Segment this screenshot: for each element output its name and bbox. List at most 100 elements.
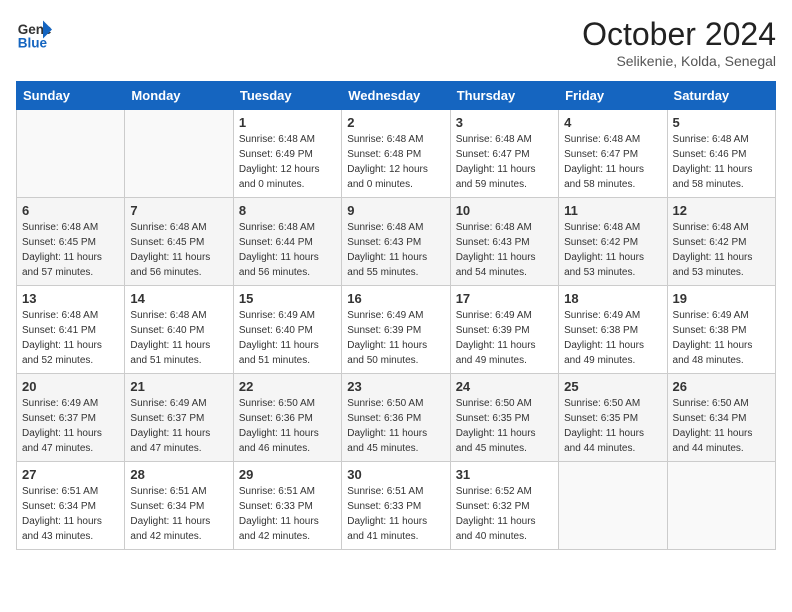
calendar-cell <box>667 462 775 550</box>
day-info: Sunrise: 6:48 AMSunset: 6:43 PMDaylight:… <box>347 220 444 280</box>
day-number: 15 <box>239 291 336 306</box>
calendar-cell: 2Sunrise: 6:48 AMSunset: 6:48 PMDaylight… <box>342 110 450 198</box>
calendar-cell: 19 Sunrise: 6:49 AMSunset: 6:38 PMDayligh… <box>667 286 775 374</box>
calendar-cell: 15Sunrise: 6:49 AMSunset: 6:40 PMDayligh… <box>233 286 341 374</box>
day-number: 26 <box>673 379 770 394</box>
calendar-cell: 20Sunrise: 6:49 AMSunset: 6:37 PMDayligh… <box>17 374 125 462</box>
day-info: Sunrise: 6:50 AMSunset: 6:34 PMDaylight:… <box>673 396 770 456</box>
weekday-header-row: SundayMondayTuesdayWednesdayThursdayFrid… <box>17 82 776 110</box>
calendar-cell: 22 Sunrise: 6:50 AMSunset: 6:36 PMDayligh… <box>233 374 341 462</box>
day-info: Sunrise: 6:49 AMSunset: 6:38 PMDaylight:… <box>673 308 770 368</box>
calendar-week-row: 1 Sunrise: 6:48 AMSunset: 6:49 PMDaylight… <box>17 110 776 198</box>
day-info: Sunrise: 6:52 AMSunset: 6:32 PMDaylight:… <box>456 484 553 544</box>
day-number: 10 <box>456 203 553 218</box>
day-number: 16 <box>347 291 444 306</box>
weekday-header: Wednesday <box>342 82 450 110</box>
calendar-cell: 4 Sunrise: 6:48 AMSunset: 6:47 PMDaylight… <box>559 110 667 198</box>
day-number: 28 <box>130 467 227 482</box>
calendar-cell: 31 Sunrise: 6:52 AMSunset: 6:32 PMDayligh… <box>450 462 558 550</box>
day-number: 30 <box>347 467 444 482</box>
page-header: General Blue October 2024 Selikenie, Kol… <box>16 16 776 69</box>
calendar-cell: 11 Sunrise: 6:48 AMSunset: 6:42 PMDayligh… <box>559 198 667 286</box>
weekday-header: Saturday <box>667 82 775 110</box>
logo-icon: General Blue <box>16 16 52 52</box>
calendar-cell: 13 Sunrise: 6:48 AMSunset: 6:41 PMDayligh… <box>17 286 125 374</box>
weekday-header: Sunday <box>17 82 125 110</box>
day-info: Sunrise: 6:51 AMSunset: 6:33 PMDaylight:… <box>347 484 444 544</box>
day-info: Sunrise: 6:48 AMSunset: 6:46 PMDaylight:… <box>673 132 770 192</box>
weekday-header: Friday <box>559 82 667 110</box>
calendar-cell: 17Sunrise: 6:49 AMSunset: 6:39 PMDayligh… <box>450 286 558 374</box>
calendar-cell: 26 Sunrise: 6:50 AMSunset: 6:34 PMDayligh… <box>667 374 775 462</box>
calendar-cell: 21 Sunrise: 6:49 AMSunset: 6:37 PMDayligh… <box>125 374 233 462</box>
day-number: 29 <box>239 467 336 482</box>
calendar-cell: 9 Sunrise: 6:48 AMSunset: 6:43 PMDaylight… <box>342 198 450 286</box>
day-number: 4 <box>564 115 661 130</box>
day-info: Sunrise: 6:48 AMSunset: 6:42 PMDaylight:… <box>673 220 770 280</box>
calendar-cell <box>17 110 125 198</box>
day-info: Sunrise: 6:50 AMSunset: 6:36 PMDaylight:… <box>347 396 444 456</box>
calendar-cell: 8 Sunrise: 6:48 AMSunset: 6:44 PMDaylight… <box>233 198 341 286</box>
day-info: Sunrise: 6:48 AMSunset: 6:42 PMDaylight:… <box>564 220 661 280</box>
calendar-cell: 5 Sunrise: 6:48 AMSunset: 6:46 PMDaylight… <box>667 110 775 198</box>
day-number: 24 <box>456 379 553 394</box>
calendar-week-row: 27Sunrise: 6:51 AMSunset: 6:34 PMDayligh… <box>17 462 776 550</box>
day-number: 17 <box>456 291 553 306</box>
day-info: Sunrise: 6:48 AMSunset: 6:41 PMDaylight:… <box>22 308 119 368</box>
day-number: 6 <box>22 203 119 218</box>
calendar-cell: 28 Sunrise: 6:51 AMSunset: 6:34 PMDayligh… <box>125 462 233 550</box>
day-number: 18 <box>564 291 661 306</box>
day-info: Sunrise: 6:48 AMSunset: 6:47 PMDaylight:… <box>564 132 661 192</box>
weekday-header: Tuesday <box>233 82 341 110</box>
day-info: Sunrise: 6:48 AMSunset: 6:40 PMDaylight:… <box>130 308 227 368</box>
calendar-cell: 7Sunrise: 6:48 AMSunset: 6:45 PMDaylight… <box>125 198 233 286</box>
day-number: 31 <box>456 467 553 482</box>
day-info: Sunrise: 6:50 AMSunset: 6:36 PMDaylight:… <box>239 396 336 456</box>
location: Selikenie, Kolda, Senegal <box>582 53 776 69</box>
calendar-cell: 16 Sunrise: 6:49 AMSunset: 6:39 PMDayligh… <box>342 286 450 374</box>
day-number: 25 <box>564 379 661 394</box>
day-number: 20 <box>22 379 119 394</box>
day-info: Sunrise: 6:51 AMSunset: 6:34 PMDaylight:… <box>130 484 227 544</box>
day-number: 2 <box>347 115 444 130</box>
calendar-cell: 30 Sunrise: 6:51 AMSunset: 6:33 PMDayligh… <box>342 462 450 550</box>
day-info: Sunrise: 6:48 AMSunset: 6:49 PMDaylight:… <box>239 132 336 192</box>
calendar-cell: 1 Sunrise: 6:48 AMSunset: 6:49 PMDaylight… <box>233 110 341 198</box>
weekday-header: Monday <box>125 82 233 110</box>
calendar-cell: 25 Sunrise: 6:50 AMSunset: 6:35 PMDayligh… <box>559 374 667 462</box>
day-number: 21 <box>130 379 227 394</box>
day-info: Sunrise: 6:51 AMSunset: 6:34 PMDaylight:… <box>22 484 119 544</box>
calendar-cell: 24 Sunrise: 6:50 AMSunset: 6:35 PMDayligh… <box>450 374 558 462</box>
day-number: 12 <box>673 203 770 218</box>
day-info: Sunrise: 6:49 AMSunset: 6:39 PMDaylight:… <box>347 308 444 368</box>
calendar-cell: 18 Sunrise: 6:49 AMSunset: 6:38 PMDayligh… <box>559 286 667 374</box>
day-number: 22 <box>239 379 336 394</box>
day-number: 19 <box>673 291 770 306</box>
day-info: Sunrise: 6:48 AMSunset: 6:43 PMDaylight:… <box>456 220 553 280</box>
day-number: 13 <box>22 291 119 306</box>
month-title: October 2024 <box>582 16 776 53</box>
calendar-week-row: 6 Sunrise: 6:48 AMSunset: 6:45 PMDaylight… <box>17 198 776 286</box>
calendar-table: SundayMondayTuesdayWednesdayThursdayFrid… <box>16 81 776 550</box>
day-number: 14 <box>130 291 227 306</box>
day-number: 9 <box>347 203 444 218</box>
calendar-week-row: 20 Sunrise: 6:49 AMSunset: 6:37 PMDayligh… <box>17 374 776 462</box>
day-number: 11 <box>564 203 661 218</box>
day-info: Sunrise: 6:50 AMSunset: 6:35 PMDaylight:… <box>456 396 553 456</box>
calendar-cell: 10 Sunrise: 6:48 AMSunset: 6:43 PMDayligh… <box>450 198 558 286</box>
calendar-cell: 6 Sunrise: 6:48 AMSunset: 6:45 PMDaylight… <box>17 198 125 286</box>
day-info: Sunrise: 6:50 AMSunset: 6:35 PMDaylight:… <box>564 396 661 456</box>
day-info: Sunrise: 6:48 AMSunset: 6:45 PMDaylight:… <box>130 220 227 280</box>
day-number: 8 <box>239 203 336 218</box>
calendar-cell: 14 Sunrise: 6:48 AMSunset: 6:40 PMDayligh… <box>125 286 233 374</box>
day-info: Sunrise: 6:48 AMSunset: 6:45 PMDaylight:… <box>22 220 119 280</box>
day-number: 1 <box>239 115 336 130</box>
day-number: 5 <box>673 115 770 130</box>
calendar-cell: 23Sunrise: 6:50 AMSunset: 6:36 PMDayligh… <box>342 374 450 462</box>
logo: General Blue <box>16 16 52 52</box>
day-info: Sunrise: 6:49 AMSunset: 6:37 PMDaylight:… <box>130 396 227 456</box>
day-info: Sunrise: 6:48 AMSunset: 6:44 PMDaylight:… <box>239 220 336 280</box>
day-number: 3 <box>456 115 553 130</box>
day-info: Sunrise: 6:49 AMSunset: 6:38 PMDaylight:… <box>564 308 661 368</box>
calendar-cell: 27Sunrise: 6:51 AMSunset: 6:34 PMDayligh… <box>17 462 125 550</box>
